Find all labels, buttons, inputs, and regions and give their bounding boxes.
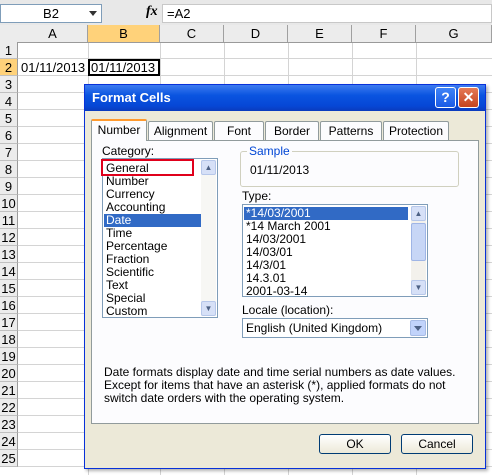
type-scrollbar[interactable]: ▲ ▼ xyxy=(411,206,426,295)
format-description: Date formats display date and time seria… xyxy=(104,365,456,405)
close-icon[interactable]: ✕ xyxy=(458,87,479,108)
type-label: Type: xyxy=(242,189,272,203)
type-item[interactable]: 2001-03-14 xyxy=(244,285,408,297)
formula-bar: B2 fx =A2 xyxy=(0,0,492,26)
ok-button[interactable]: OK xyxy=(319,434,391,454)
row-header[interactable]: 4 xyxy=(0,93,18,110)
row-header[interactable]: 9 xyxy=(0,178,18,195)
locale-value: English (United Kingdom) xyxy=(246,321,383,335)
dialog-title: Format Cells xyxy=(92,90,171,105)
tab-patterns[interactable]: Patterns xyxy=(320,121,382,140)
format-cells-dialog: Format Cells ? ✕ Number Alignment Font B… xyxy=(84,84,486,469)
help-icon[interactable]: ? xyxy=(435,87,456,108)
column-header-a[interactable]: A xyxy=(18,25,88,42)
category-item-custom[interactable]: Custom xyxy=(104,305,202,318)
column-header-b[interactable]: B xyxy=(88,25,160,42)
type-list[interactable]: *14/03/2001 *14 March 2001 14/03/2001 14… xyxy=(242,204,428,297)
fx-icon[interactable]: fx xyxy=(146,4,158,20)
formula-input[interactable]: =A2 xyxy=(162,4,492,23)
row-header[interactable]: 18 xyxy=(0,331,18,348)
scroll-up-icon[interactable]: ▲ xyxy=(201,160,216,175)
row-header[interactable]: 10 xyxy=(0,195,18,212)
row-header[interactable]: 7 xyxy=(0,144,18,161)
row-header[interactable]: 20 xyxy=(0,365,18,382)
row-header[interactable]: 11 xyxy=(0,212,18,229)
row-header[interactable]: 16 xyxy=(0,297,18,314)
category-label: Category: xyxy=(102,144,155,158)
sample-group: Sample 01/11/2013 xyxy=(240,144,459,187)
sample-label: Sample xyxy=(247,144,292,158)
row-header[interactable]: 13 xyxy=(0,246,18,263)
row-header[interactable]: 12 xyxy=(0,229,18,246)
row-header[interactable]: 25 xyxy=(0,450,18,467)
row-header[interactable]: 23 xyxy=(0,416,18,433)
chevron-down-icon[interactable] xyxy=(410,320,426,336)
scroll-down-icon[interactable]: ▼ xyxy=(411,280,426,295)
cell-b2[interactable]: 01/11/2013 xyxy=(88,59,160,76)
dialog-title-bar[interactable]: Format Cells ? ✕ xyxy=(85,85,485,111)
row-header[interactable]: 2 xyxy=(0,59,18,76)
number-tab-panel: Category: General Number Currency Accoun… xyxy=(91,140,479,424)
tab-alignment[interactable]: Alignment xyxy=(148,121,213,140)
row-header[interactable]: 5 xyxy=(0,110,18,127)
row-header[interactable]: 8 xyxy=(0,161,18,178)
locale-label: Locale (location): xyxy=(242,303,334,317)
row-header[interactable]: 24 xyxy=(0,433,18,450)
tab-protection[interactable]: Protection xyxy=(383,121,449,140)
scroll-thumb[interactable] xyxy=(411,223,426,261)
row-header[interactable]: 1 xyxy=(0,42,18,59)
category-list[interactable]: General Number Currency Accounting Date … xyxy=(102,158,218,318)
scroll-up-icon[interactable]: ▲ xyxy=(411,206,426,221)
general-highlight-box xyxy=(101,159,194,176)
row-header[interactable]: 19 xyxy=(0,348,18,365)
tab-border[interactable]: Border xyxy=(265,121,319,140)
row-header[interactable]: 15 xyxy=(0,280,18,297)
column-header-f[interactable]: F xyxy=(352,25,416,42)
locale-select[interactable]: English (United Kingdom) xyxy=(242,318,428,338)
tab-number[interactable]: Number xyxy=(91,119,147,141)
column-header-g[interactable]: G xyxy=(416,25,492,42)
chevron-down-icon[interactable] xyxy=(86,5,100,21)
row-header[interactable]: 21 xyxy=(0,382,18,399)
row-header[interactable]: 22 xyxy=(0,399,18,416)
sample-value: 01/11/2013 xyxy=(250,163,310,177)
column-header-e[interactable]: E xyxy=(288,25,352,42)
tab-font[interactable]: Font xyxy=(214,121,264,140)
scroll-down-icon[interactable]: ▼ xyxy=(201,301,216,316)
column-header-d[interactable]: D xyxy=(224,25,288,42)
row-header[interactable]: 17 xyxy=(0,314,18,331)
row-header[interactable]: 3 xyxy=(0,76,18,93)
column-header-c[interactable]: C xyxy=(160,25,224,42)
category-scrollbar[interactable]: ▲ ▼ xyxy=(201,160,216,316)
column-headers: A B C D E F G xyxy=(0,25,492,43)
row-header[interactable]: 6 xyxy=(0,127,18,144)
cancel-button[interactable]: Cancel xyxy=(401,434,473,454)
cell-a2[interactable]: 01/11/2013 xyxy=(18,59,88,76)
row-header[interactable]: 14 xyxy=(0,263,18,280)
